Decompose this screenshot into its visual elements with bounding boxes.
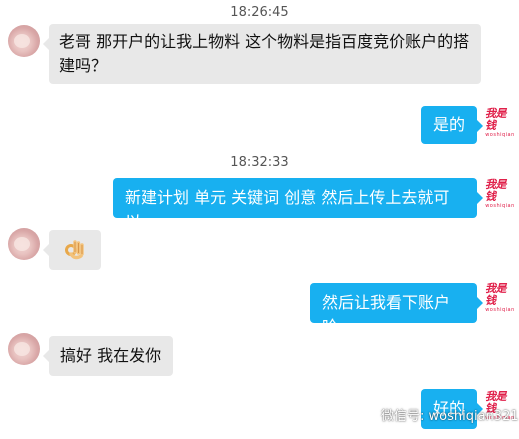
message-bubble-outgoing[interactable]: 是的 (421, 106, 483, 144)
self-avatar[interactable]: 我是钱 woshiqian (485, 282, 515, 314)
message-bubble-incoming[interactable] (43, 230, 101, 270)
message-text: 搞好 我在发你 (60, 346, 162, 365)
avatar-logo-text: 我是钱 (485, 178, 507, 203)
message-text: 然后让我看下账户哈 (322, 293, 451, 336)
chat-view: 18:26:45 老哥 那开户的让我上物料 这个物料是指百度竞价账户的搭 建吗？… (0, 0, 519, 439)
avatar-logo-subtext: woshiqian (485, 132, 515, 138)
contact-avatar[interactable] (8, 333, 40, 365)
wechat-watermark: 微信号: woshiqian321 (355, 402, 519, 426)
self-avatar[interactable]: 我是钱 woshiqian (485, 178, 515, 210)
timestamp: 18:26:45 (230, 5, 289, 20)
avatar-logo-subtext: woshiqian (485, 307, 515, 313)
avatar-logo-text: 我是钱 (485, 107, 507, 132)
self-avatar[interactable]: 我是钱 woshiqian (485, 107, 515, 139)
message-bubble-incoming[interactable]: 老哥 那开户的让我上物料 这个物料是指百度竞价账户的搭 建吗？ (43, 24, 481, 84)
message-bubble-outgoing[interactable]: 新建计划 单元 关键词 创意 然后上传上去就可以 (113, 178, 483, 231)
message-bubble-incoming[interactable]: 搞好 我在发你 (43, 336, 173, 376)
message-bubble-outgoing[interactable]: 然后让我看下账户哈 (310, 283, 483, 336)
wechat-icon (355, 405, 375, 423)
contact-avatar[interactable] (8, 25, 40, 57)
message-text: 老哥 那开户的让我上物料 这个物料是指百度竞价账户的搭 (59, 32, 470, 51)
avatar-logo-subtext: woshiqian (485, 203, 515, 209)
timestamp: 18:32:33 (230, 155, 289, 170)
contact-avatar[interactable] (8, 228, 40, 260)
ok-hand-emoji (63, 238, 87, 262)
avatar-logo-text: 我是钱 (485, 282, 507, 307)
message-text: 建吗？ (59, 56, 108, 75)
message-text: 是的 (432, 115, 465, 134)
message-text: 新建计划 单元 关键词 创意 然后上传上去就可以 (125, 188, 450, 231)
watermark-text: 微信号: woshiqian321 (381, 408, 519, 424)
